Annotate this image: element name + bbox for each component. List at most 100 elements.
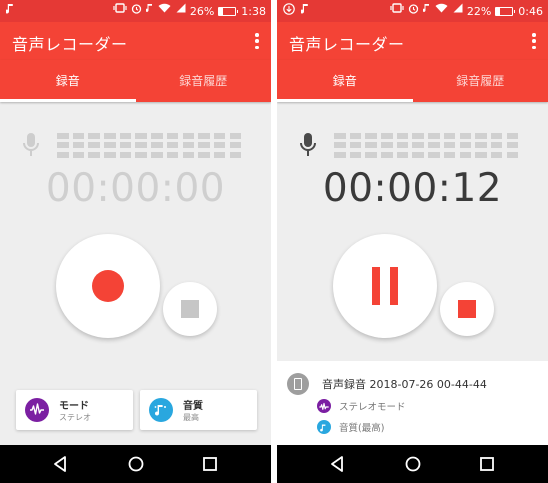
stop-button[interactable] (163, 282, 217, 336)
meter-segment (57, 142, 69, 149)
meter-segment (182, 151, 194, 158)
home-circle-icon[interactable] (402, 453, 424, 475)
meter-segment (166, 151, 179, 158)
pause-button[interactable] (333, 234, 437, 338)
recent-square-icon[interactable] (476, 453, 498, 475)
tab-record[interactable]: 録音 (0, 60, 136, 102)
meter-segment (381, 151, 393, 158)
overflow-menu-icon[interactable] (251, 32, 263, 50)
overflow-menu-icon[interactable] (528, 32, 540, 50)
tab-record[interactable]: 録音 (277, 60, 413, 102)
app-title: 音声レコーダー (289, 35, 405, 54)
app-title: 音声レコーダー (12, 35, 128, 54)
meter-segment (119, 142, 132, 149)
navigation-bar (0, 445, 271, 483)
battery-icon (218, 6, 239, 16)
meter-segment (490, 133, 503, 139)
meter-segment (104, 151, 116, 158)
download-icon (283, 2, 295, 20)
meter-segment (475, 142, 487, 149)
microphone-icon (22, 132, 40, 162)
meter-segment (229, 142, 242, 149)
meter-segment (428, 142, 440, 149)
microphone-icon (299, 132, 317, 162)
recording-file-name: 音声録音 2018-07-26 00-44-44 (322, 378, 487, 391)
meter-segment (490, 151, 503, 158)
status-time: 0:46 (518, 4, 543, 18)
meter-segment (135, 151, 147, 158)
recent-square-icon[interactable] (199, 453, 221, 475)
meter-segment (166, 133, 179, 139)
meter-segment (475, 133, 487, 139)
meter-segment (459, 133, 471, 139)
alarm-icon (131, 3, 142, 20)
meter-segment (72, 133, 85, 139)
meter-segment (443, 151, 456, 158)
phone-file-icon (287, 373, 309, 395)
meter-segment (182, 142, 194, 149)
meter-segment (490, 142, 503, 149)
meter-segment (151, 151, 163, 158)
quality-card[interactable]: 音質 最高 (140, 390, 257, 430)
meter-segment (396, 133, 409, 139)
meter-segment (198, 151, 210, 158)
quality-title: 音質 (183, 401, 203, 412)
meter-segment (365, 151, 377, 158)
meter-segment (88, 133, 100, 139)
meter-segment (166, 142, 179, 149)
meter-segment (88, 151, 100, 158)
battery-percent: 26% (189, 4, 215, 18)
music-note-icon (317, 420, 331, 434)
meter-segment (213, 142, 226, 149)
tab-bar: 録音 録音履歴 (277, 60, 548, 102)
meter-segment (459, 151, 471, 158)
stop-button[interactable] (440, 282, 494, 336)
meter-segment (412, 133, 424, 139)
mode-card[interactable]: モード ステレオ (16, 390, 133, 430)
elapsed-timer: 00:00:12 (322, 166, 503, 211)
record-button[interactable] (56, 234, 160, 338)
home-circle-icon[interactable] (125, 453, 147, 475)
alarm-icon (408, 3, 419, 20)
mode-title: モード (59, 401, 89, 412)
meter-segment (151, 142, 163, 149)
tab-history[interactable]: 録音履歴 (136, 60, 272, 102)
meter-segment (72, 142, 85, 149)
meter-segment (349, 151, 362, 158)
wifi-icon (158, 3, 171, 19)
screen-recording: 22% 0:46 音声レコーダー 録音 録音履歴 00:00:12 音声録音 2… (277, 0, 548, 483)
meter-segment (229, 151, 242, 158)
record-dot-icon (92, 270, 124, 302)
meter-segment (349, 133, 362, 139)
wifi-icon (435, 3, 448, 19)
meter-segment (365, 142, 377, 149)
meter-segment (88, 142, 100, 149)
meter-segment (381, 133, 393, 139)
meter-segment (396, 151, 409, 158)
meter-segment (119, 151, 132, 158)
meter-segment (135, 133, 147, 139)
music-note-icon (149, 398, 173, 422)
meter-segment (104, 133, 116, 139)
level-meter (57, 133, 242, 158)
meter-segment (334, 142, 346, 149)
meter-segment (506, 151, 519, 158)
meter-segment (506, 133, 519, 139)
recording-quality-row: 音質(最高) (317, 420, 384, 434)
vibrate-icon (113, 3, 127, 19)
meter-segment (412, 151, 424, 158)
navigation-bar (277, 445, 548, 483)
app-toolbar: 音声レコーダー (277, 22, 548, 60)
recording-quality: 音質(最高) (339, 423, 385, 434)
app-toolbar: 音声レコーダー (0, 22, 271, 60)
signal-icon (452, 3, 463, 19)
meter-segment (57, 133, 69, 139)
music-note-status-icon (422, 3, 431, 19)
meter-segment (135, 142, 147, 149)
screen-idle: 26% 1:38 音声レコーダー 録音 録音履歴 00:00:00 モード ステ… (0, 0, 271, 483)
recording-mode: ステレオモード (339, 402, 406, 413)
back-triangle-icon[interactable] (50, 453, 72, 475)
tab-history[interactable]: 録音履歴 (413, 60, 548, 102)
back-triangle-icon[interactable] (327, 453, 349, 475)
meter-segment (365, 133, 377, 139)
